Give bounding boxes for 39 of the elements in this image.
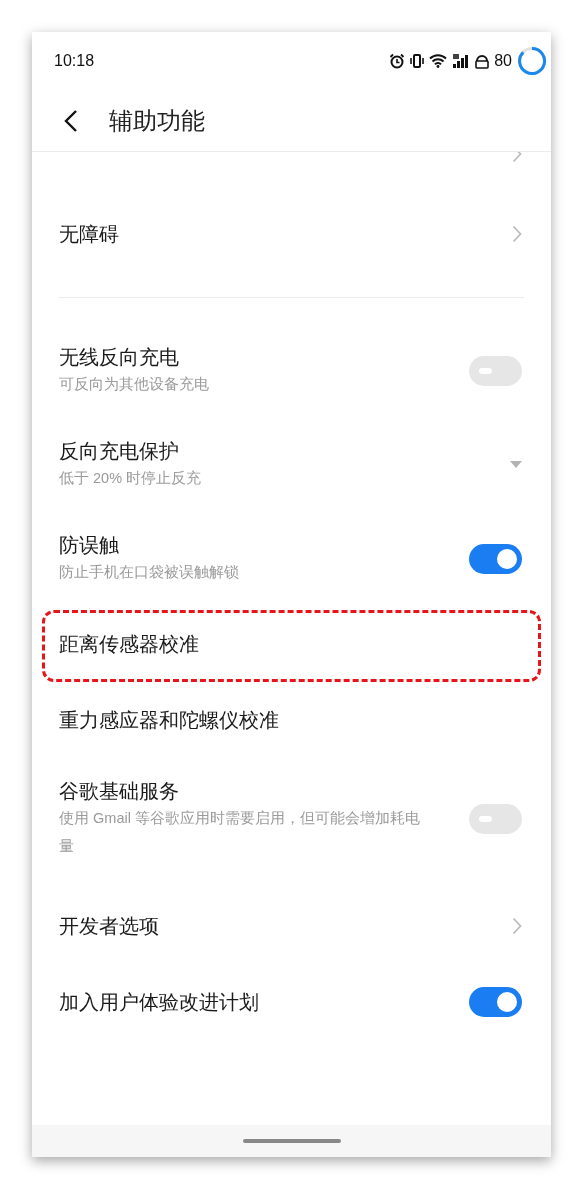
row-title: 无障碍 [59, 222, 119, 247]
vibrate-icon [410, 53, 425, 69]
toggle-switch[interactable] [469, 804, 522, 834]
toggle-switch[interactable] [469, 987, 522, 1017]
battery-percentage: 80 [494, 51, 512, 71]
row-subtitle: 防止手机在口袋被误触解锁 [59, 563, 239, 582]
toggle-switch[interactable] [469, 544, 522, 574]
wifi-icon [429, 54, 448, 68]
settings-row[interactable]: 反向充电保护 低于 20% 时停止反充 [32, 418, 551, 512]
row-title: 距离传感器校准 [59, 632, 199, 657]
settings-row[interactable]: 加入用户体验改进计划 [32, 964, 551, 1040]
alarm-icon [389, 53, 406, 69]
row-title: 无线反向充电 [59, 345, 180, 370]
toggle-switch[interactable] [469, 356, 522, 386]
settings-row[interactable]: 无线反向充电 可反向为其他设备充电 [32, 324, 551, 418]
settings-row[interactable]: 重力感应器和陀螺仪校准 [32, 682, 551, 758]
chevron-right-icon [512, 917, 522, 935]
battery-ring-icon [517, 46, 547, 76]
settings-row[interactable]: 防误触 防止手机在口袋被误触解锁 [32, 512, 551, 606]
row-subtitle: 低于 20% 时停止反充 [59, 469, 202, 488]
home-indicator[interactable] [242, 1139, 341, 1143]
page-title: 辅助功能 [109, 105, 205, 136]
settings-row[interactable]: 开发者选项 [32, 888, 551, 964]
row-subtitle: 可反向为其他设备充电 [59, 375, 209, 394]
row-title: 加入用户体验改进计划 [59, 990, 259, 1015]
row-title: 反向充电保护 [59, 439, 180, 464]
dropdown-triangle-icon [510, 461, 522, 469]
signal-icon [452, 53, 471, 69]
settings-row[interactable]: 无障碍 [32, 194, 551, 274]
settings-row[interactable]: 谷歌基础服务 使用 Gmail 等谷歌应用时需要启用，但可能会增加耗电量 [32, 758, 551, 888]
row-subtitle: 使用 Gmail 等谷歌应用时需要启用，但可能会增加耗电量 [59, 809, 421, 856]
row-title: 防误触 [59, 533, 120, 558]
chevron-right-icon [512, 225, 522, 243]
status-time: 10:18 [54, 51, 95, 71]
row-title: 开发者选项 [59, 914, 159, 939]
row-title: 重力感应器和陀螺仪校准 [59, 708, 279, 733]
row-title: 谷歌基础服务 [59, 779, 180, 804]
back-icon [64, 108, 78, 133]
settings-row[interactable]: 距离传感器校准 [32, 606, 551, 682]
